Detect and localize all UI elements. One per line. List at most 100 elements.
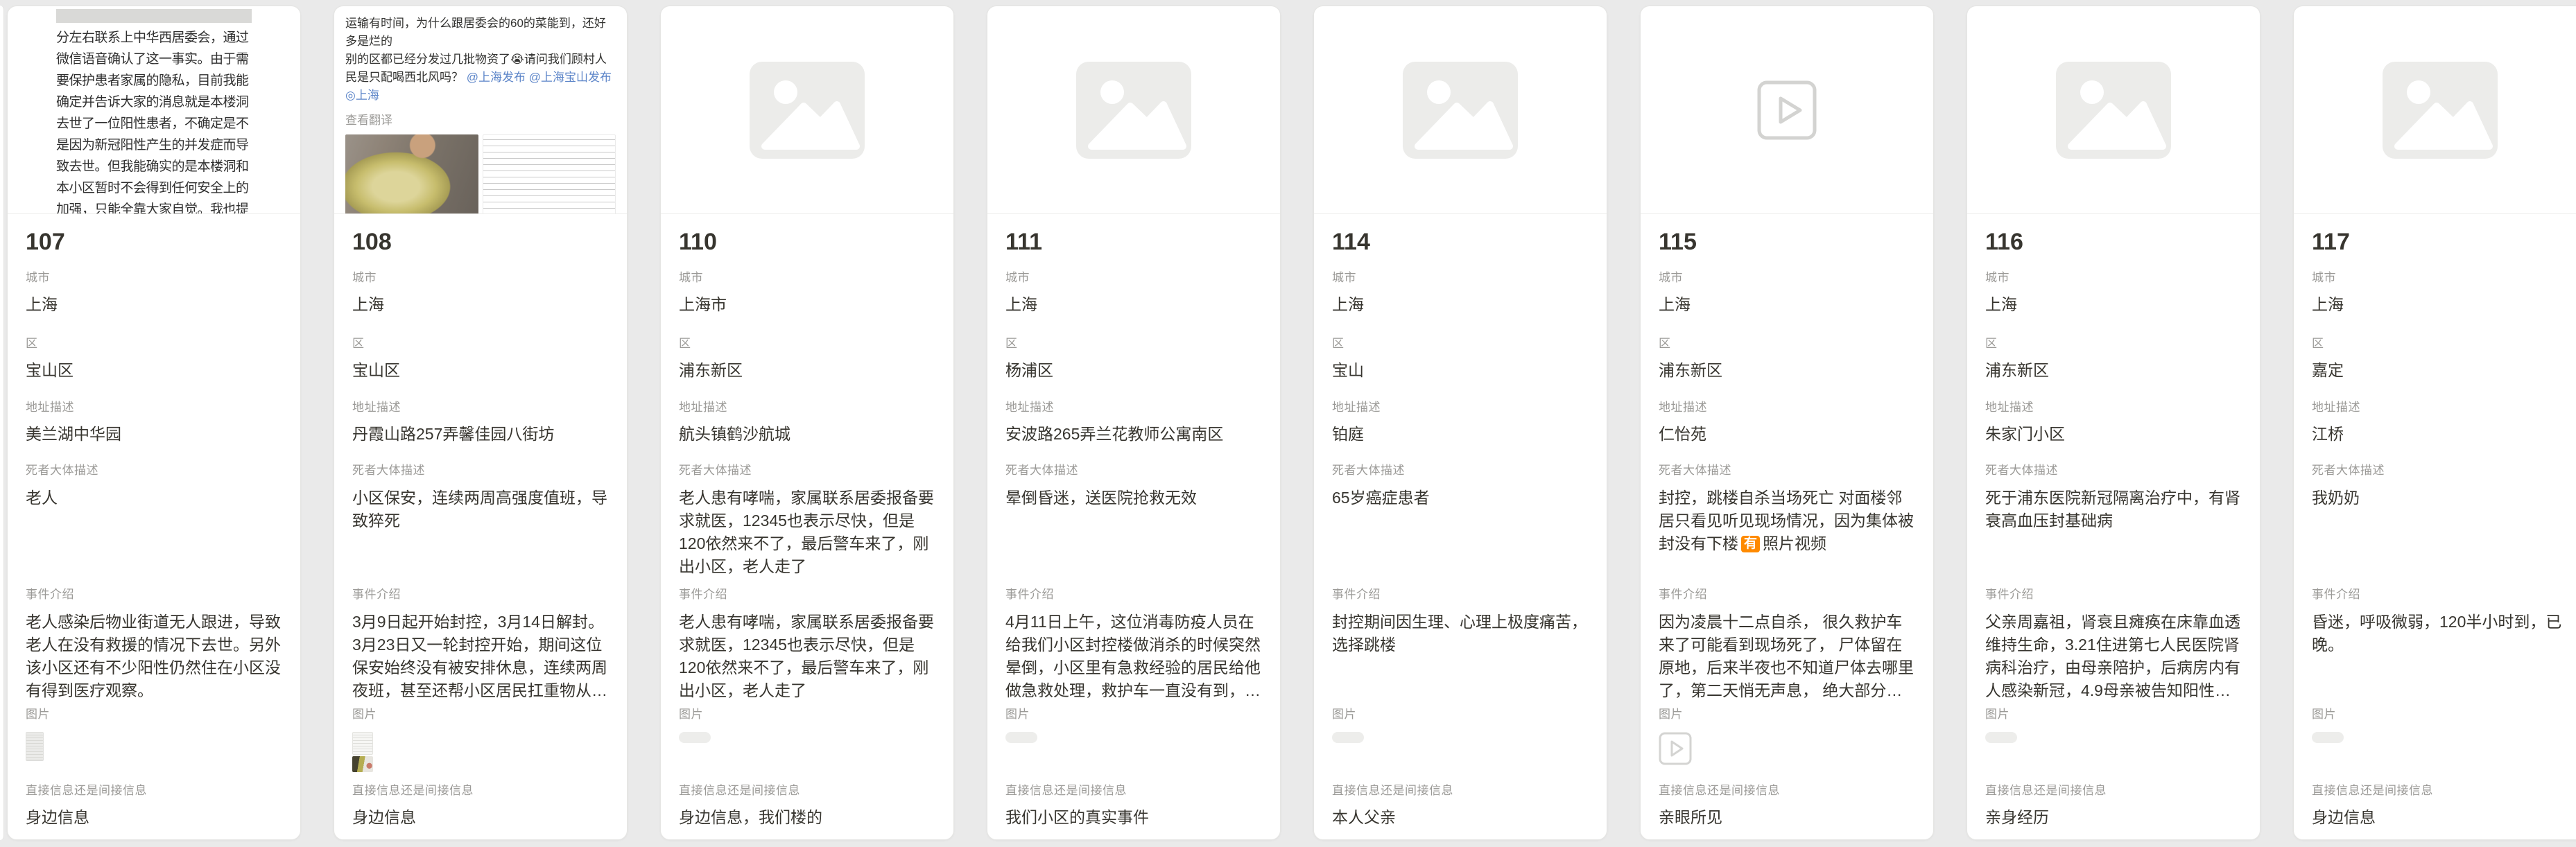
field-value-deceased: 老人 (26, 487, 282, 578)
field-value-district: 浦东新区 (1659, 360, 1915, 381)
field-value-city: 上海 (1659, 294, 1915, 315)
incident-card[interactable]: 116 城市 上海 区 浦东新区 地址描述 朱家门小区 死者大体描述 死于浦东医… (1966, 6, 2261, 840)
mention-link: @上海发布 (467, 71, 526, 84)
field-value-city: 上海 (1332, 294, 1589, 315)
field-value-deceased: 65岁癌症患者 (1332, 487, 1589, 578)
field-label-deceased: 死者大体描述 (1332, 463, 1589, 478)
field-label-source: 直接信息还是间接信息 (1332, 783, 1589, 798)
field-label-event: 事件介绍 (1985, 587, 2242, 602)
translate-link: 查看翻译 (345, 110, 616, 128)
have-badge-icon: 有 (1741, 536, 1760, 552)
incident-card[interactable]: 117 城市 上海 区 嘉定 地址描述 江桥 死者大体描述 我奶奶 事件介绍 (2293, 6, 2576, 840)
field-value-address: 江桥 (2312, 424, 2568, 444)
field-label-city: 城市 (1005, 270, 1262, 286)
post-text-line: 运输有时间，为什么跟居委会的60的菜能到，还好多是烂的 (345, 15, 616, 51)
thumbnail-pill (1005, 732, 1037, 743)
field-label-address: 地址描述 (2312, 400, 2568, 415)
field-value-source: 身边信息，我们楼的 (679, 807, 935, 828)
incident-card[interactable]: 115 城市 上海 区 浦东新区 地址描述 仁怡苑 死者大体描述 封控，跳楼自杀… (1640, 6, 1934, 840)
field-label-district: 区 (1985, 336, 2242, 351)
card-cover (1314, 6, 1607, 214)
field-label-image: 图片 (1332, 707, 1589, 722)
card-cover (661, 6, 953, 214)
field-label-district: 区 (352, 336, 609, 351)
incident-card[interactable]: 114 城市 上海 区 宝山 地址描述 铂庭 死者大体描述 65岁癌症患者 事件… (1313, 6, 1607, 840)
field-label-event: 事件介绍 (1659, 587, 1915, 602)
field-label-address: 地址描述 (1985, 400, 2242, 415)
field-label-deceased: 死者大体描述 (1659, 463, 1915, 478)
field-value-city: 上海 (26, 294, 282, 315)
card-cover (2294, 6, 2576, 214)
thumbnail-screenshot-small (352, 732, 373, 755)
field-label-event: 事件介绍 (26, 587, 282, 602)
screenshot-header-bar (56, 9, 252, 23)
thumbnail-pill (1985, 732, 2017, 743)
field-label-source: 直接信息还是间接信息 (1005, 783, 1262, 798)
field-label-event: 事件介绍 (1005, 587, 1262, 602)
thumbnail-pill (679, 732, 711, 743)
field-label-image: 图片 (1985, 707, 2242, 722)
image-thumbnail-area (1985, 732, 2242, 778)
field-value-event: 4月11日上午，这位消毒防疫人员在给我们小区封控楼做消杀的时候突然晕倒，小区里有… (1005, 611, 1262, 702)
field-label-city: 城市 (2312, 270, 2568, 286)
image-thumbnail-area (1005, 732, 1262, 778)
image-thumbnail-area (26, 732, 282, 778)
field-value-source: 身边信息 (352, 807, 609, 828)
image-thumbnail-area (352, 732, 609, 778)
field-label-city: 城市 (1659, 270, 1915, 286)
field-label-event: 事件介绍 (1332, 587, 1589, 602)
card-cover (1967, 6, 2260, 214)
field-value-event: 老人感染后物业街道无人跟进，导致老人在没有救援的情况下去世。另外该小区还有不少阳… (26, 611, 282, 702)
field-label-source: 直接信息还是间接信息 (352, 783, 609, 798)
field-value-source: 身边信息 (2312, 807, 2568, 828)
thumbnail-pill (2312, 732, 2344, 743)
field-label-source: 直接信息还是间接信息 (2312, 783, 2568, 798)
image-placeholder-icon (661, 6, 953, 213)
incident-card[interactable]: 运输有时间，为什么跟居委会的60的菜能到，还好多是烂的 别的区都已经分发过几批物… (334, 6, 628, 840)
field-value-district: 宝山 (1332, 360, 1589, 381)
thumbnail-pill (1332, 732, 1364, 743)
card-number: 110 (679, 227, 935, 257)
field-value-event: 老人患有哮喘，家属联系居委报备要求就医，12345也表示尽快，但是120依然来不… (679, 611, 935, 702)
incident-card[interactable]: 分左右联系上中华西居委会，通过微信语音确认了这一事实。由于需要保护患者家属的隐私… (7, 6, 301, 840)
field-label-deceased: 死者大体描述 (679, 463, 935, 478)
incident-card[interactable]: 110 城市 上海市 区 浦东新区 地址描述 航头镇鹤沙航城 死者大体描述 老人… (660, 6, 954, 840)
field-value-event: 因为凌晨十二点自杀， 很久救护车来了可能看到现场死了， 尸体留在原地，后来半夜也… (1659, 611, 1915, 702)
field-label-deceased: 死者大体描述 (2312, 463, 2568, 478)
post-article-screenshot (483, 134, 616, 214)
image-thumbnail-area (679, 732, 935, 778)
field-value-source: 我们小区的真实事件 (1005, 807, 1262, 828)
incident-card[interactable]: 111 城市 上海 区 杨浦区 地址描述 安波路265弄兰花教师公寓南区 死者大… (987, 6, 1281, 840)
field-label-image: 图片 (352, 707, 609, 722)
field-value-source: 亲眼所见 (1659, 807, 1915, 828)
field-value-event: 父亲周嘉祖，肾衰且瘫痪在床靠血透维持生命，3.21住进第七人民医院肾病科治疗，由… (1985, 611, 2242, 702)
image-placeholder-icon (1967, 6, 2260, 213)
image-thumbnail-area (2312, 732, 2568, 778)
field-value-address: 美兰湖中华园 (26, 424, 282, 444)
field-label-city: 城市 (1985, 270, 2242, 286)
field-label-address: 地址描述 (1332, 400, 1589, 415)
field-value-address: 朱家门小区 (1985, 424, 2242, 444)
field-label-district: 区 (26, 336, 282, 351)
field-value-deceased: 死于浦东医院新冠隔离治疗中，有肾衰高血压封基础病 (1985, 487, 2242, 578)
card-cover: 分左右联系上中华西居委会，通过微信语音确认了这一事实。由于需要保护患者家属的隐私… (8, 6, 300, 214)
field-label-source: 直接信息还是间接信息 (679, 783, 935, 798)
field-label-deceased: 死者大体描述 (1005, 463, 1262, 478)
field-label-district: 区 (2312, 336, 2568, 351)
field-label-source: 直接信息还是间接信息 (1659, 783, 1915, 798)
field-value-source: 亲身经历 (1985, 807, 2242, 828)
field-value-city: 上海市 (679, 294, 935, 315)
field-label-district: 区 (1332, 336, 1589, 351)
field-label-district: 区 (1659, 336, 1915, 351)
image-placeholder-icon (1314, 6, 1607, 213)
cover-social-post: 运输有时间，为什么跟居委会的60的菜能到，还好多是烂的 别的区都已经分发过几批物… (334, 6, 627, 214)
post-photo (345, 134, 478, 214)
field-value-city: 上海 (2312, 294, 2568, 315)
gallery-card-row: 分左右联系上中华西居委会，通过微信语音确认了这一事实。由于需要保护患者家属的隐私… (7, 6, 2576, 840)
field-value-source: 身边信息 (26, 807, 282, 828)
field-label-district: 区 (1005, 336, 1262, 351)
field-label-city: 城市 (26, 270, 282, 286)
field-label-address: 地址描述 (352, 400, 609, 415)
video-placeholder-icon (1641, 6, 1933, 213)
field-label-address: 地址描述 (26, 400, 282, 415)
